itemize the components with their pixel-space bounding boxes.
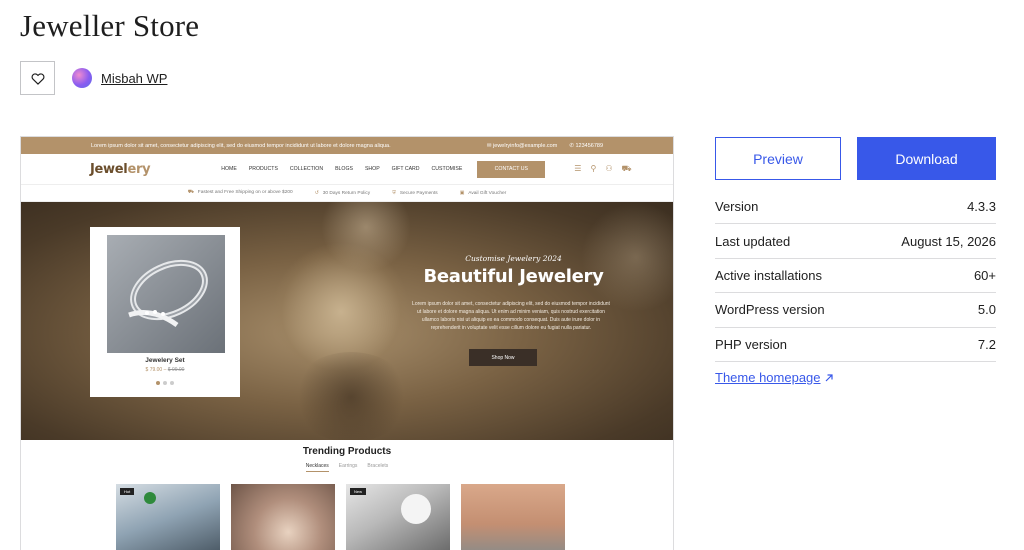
page-title: Jeweller Store xyxy=(20,8,200,43)
product-tag: Hot xyxy=(120,488,135,495)
info-item: ⛨ Secure Payments xyxy=(392,191,438,196)
heart-outline-icon xyxy=(30,72,45,85)
shop-now-button: Shop Now xyxy=(469,349,537,366)
preview-topbar: Lorem ipsum dolor sit amet, consectetur … xyxy=(21,137,673,154)
cart-icon: ⛟ xyxy=(621,164,632,173)
user-icon: ⚇ xyxy=(605,164,613,173)
search-icon: ⚲ xyxy=(590,164,597,173)
info-bar: ⛟ Fastest and Free Shipping on or above $… xyxy=(21,185,673,202)
preview-button[interactable]: Preview xyxy=(715,137,841,180)
hamburger-icon: ☰ xyxy=(574,164,582,173)
product-thumb: New xyxy=(346,484,450,550)
hero-title: Beautiful Jewelery xyxy=(423,266,604,287)
tab-earrings: Earrings xyxy=(338,463,358,469)
tab-bracelets: Bracelets xyxy=(367,463,389,469)
topbar-text: Lorem ipsum dolor sit amet, consectetur … xyxy=(91,142,391,149)
menu-item-collection: COLLECTION xyxy=(289,166,324,172)
info-item: ⛟ Fastest and Free Shipping on or above $… xyxy=(187,190,293,195)
meta-row-wordpress-version: WordPress version 5.0 xyxy=(715,293,996,328)
product-tag: New xyxy=(350,488,367,495)
product-price: $ 79.00 – $ 99.00 xyxy=(145,367,185,373)
menu-item-customise: CUSTOMISE xyxy=(431,166,463,172)
favorite-button[interactable] xyxy=(20,61,55,95)
meta-row-last-updated: Last updated August 15, 2026 xyxy=(715,224,996,259)
menu-item-shop: SHOP xyxy=(364,166,380,172)
product-thumb: Hot xyxy=(116,484,220,550)
theme-meta: Version 4.3.3 Last updated August 15, 20… xyxy=(715,190,996,362)
author-link[interactable]: Misbah WP xyxy=(101,71,167,86)
trending-title: Trending Products xyxy=(302,446,392,457)
product-thumb xyxy=(461,484,565,550)
meta-row-active-installations: Active installations 60+ xyxy=(715,259,996,294)
menu-item-gift-card: GIFT CARD xyxy=(391,166,420,172)
meta-row-version: Version 4.3.3 xyxy=(715,190,996,225)
author[interactable]: Misbah WP xyxy=(72,68,167,88)
menu-item-home: HOME xyxy=(221,166,237,172)
download-button[interactable]: Download xyxy=(857,137,996,180)
info-item: ▣ Avail Gift Voucher xyxy=(459,190,507,196)
ring-image xyxy=(107,235,225,353)
product-card: Jewelery Set $ 79.00 – $ 99.00 xyxy=(90,227,240,397)
contact-us-button: CONTACT US xyxy=(477,160,546,178)
theme-preview[interactable]: Lorem ipsum dolor sit amet, consectetur … xyxy=(20,136,674,550)
topbar-phone: ✆ 123456789 xyxy=(569,142,603,149)
preview-logo: Jewelery xyxy=(90,161,151,177)
external-arrow-icon xyxy=(825,373,833,381)
meta-row-php-version: PHP version 7.2 xyxy=(715,328,996,362)
preview-nav: Jewelery HOME PRODUCTS COLLECTION BLOGS … xyxy=(21,154,673,185)
topbar-email: ✉ jewelryinfo@example.com xyxy=(486,142,558,149)
carousel-dots xyxy=(90,381,240,385)
theme-homepage-link[interactable]: Theme homepage xyxy=(715,370,834,385)
tab-necklaces: Necklaces xyxy=(305,463,329,472)
hero-text: Lorem ipsum dolor sit amet, consectetur … xyxy=(412,301,610,331)
hero-banner: Jewelery Set $ 79.00 – $ 99.00 Customise… xyxy=(21,202,673,440)
product-title: Jewelery Set xyxy=(145,357,185,364)
product-thumb xyxy=(231,484,335,550)
info-item: ↺ 30 Days Return Policy xyxy=(314,190,371,196)
trending-tabs: Necklaces Earrings Bracelets xyxy=(21,463,673,472)
menu-item-products: PRODUCTS xyxy=(248,166,278,172)
avatar xyxy=(72,68,92,88)
product-grid: Hot New xyxy=(116,484,565,550)
hero-subtitle: Customise Jewelery 2024 xyxy=(465,254,562,263)
menu-item-blogs: BLOGS xyxy=(335,166,353,172)
